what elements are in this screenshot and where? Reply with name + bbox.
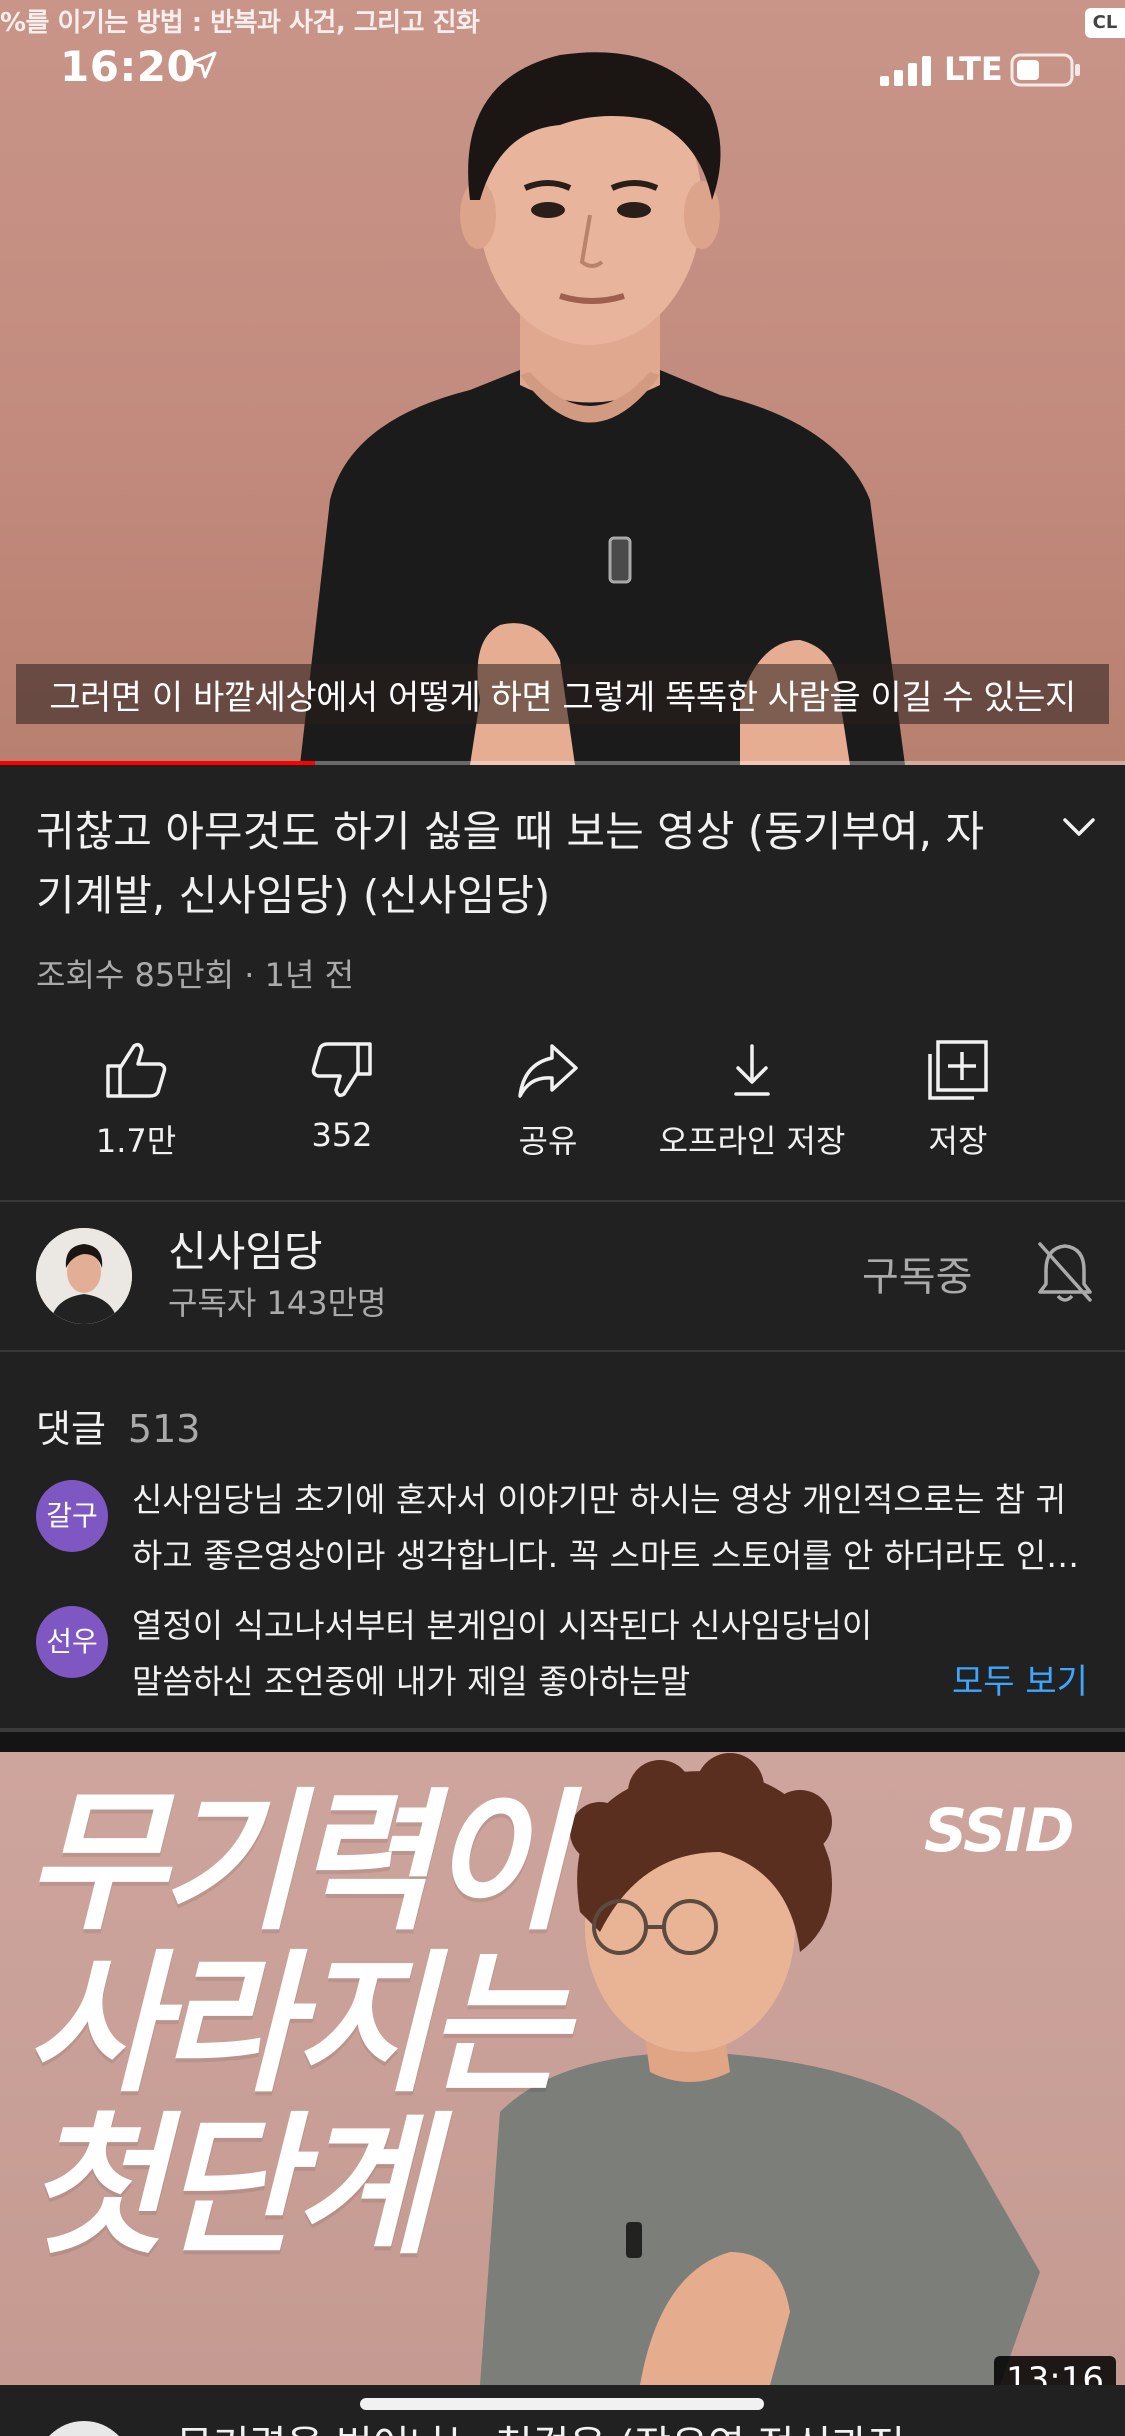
comment-line: 열정이 식고나서부터 본게임이 시작된다 신사임당님이 bbox=[132, 1606, 873, 1645]
comment-line: 하고 좋은영상이라 생각합니다. 꼭 스마트 스토어를 안 하더라도 인… bbox=[132, 1536, 1080, 1575]
save-label: 저장 bbox=[928, 1122, 988, 1160]
next-video-channel-avatar[interactable] bbox=[36, 2421, 132, 2436]
progress-bar[interactable] bbox=[0, 761, 1125, 765]
add-to-playlist-icon bbox=[928, 1040, 988, 1100]
signal-bars-icon bbox=[880, 56, 931, 86]
thumbs-down-icon bbox=[311, 1042, 372, 1098]
comments-title: 댓글 bbox=[36, 1407, 106, 1451]
divider bbox=[0, 1200, 1125, 1202]
comment-avatar[interactable]: 선우 bbox=[36, 1606, 108, 1678]
subtitle-text: 그러면 이 바깥세상에서 어떻게 하면 그렇게 똑똑한 사람을 이길 수 있는지 bbox=[49, 677, 1076, 718]
share-icon bbox=[518, 1044, 578, 1098]
network-type: LTE bbox=[944, 50, 1003, 88]
notification-bell-off-icon[interactable] bbox=[1036, 1240, 1094, 1304]
offline-save-button[interactable]: 오프라인 저장 bbox=[632, 1040, 872, 1162]
comment-line: 말씀하신 조언중에 내가 제일 좋아하는말 bbox=[132, 1662, 691, 1701]
progress-fill bbox=[0, 761, 315, 765]
video-frame-person bbox=[300, 52, 905, 765]
channel-logo: SSID bbox=[924, 1796, 1074, 1866]
next-video-title[interactable]: 무기력을 벗어나는 첫걸음 (장유연 정신과전 bbox=[176, 2413, 905, 2436]
dislike-button[interactable]: 352 bbox=[222, 1040, 462, 1154]
status-time: 16:20 bbox=[60, 42, 197, 91]
channel-name[interactable]: 신사임당 bbox=[168, 1218, 323, 1279]
subscribed-button[interactable]: 구독중 bbox=[862, 1244, 972, 1302]
comment-line: 신사임당님 초기에 혼자서 이야기만 하시는 영상 개인적으로는 참 귀 bbox=[132, 1480, 1066, 1519]
channel-avatar-image bbox=[36, 1228, 132, 1324]
chevron-down-icon[interactable] bbox=[1062, 816, 1096, 838]
video-meta: 조회수 85만회 · 1년 전 bbox=[36, 956, 355, 994]
video-title: 귀찮고 아무것도 하기 싫을 때 보는 영상 (동기부여, 자기계발, 신사임당… bbox=[36, 807, 984, 920]
channel-avatar[interactable] bbox=[36, 1228, 132, 1324]
thumbs-up-icon bbox=[106, 1042, 167, 1098]
subtitle-bar: 그러면 이 바깥세상에서 어떻게 하면 그렇게 똑똑한 사람을 이길 수 있는지 bbox=[16, 664, 1109, 724]
location-arrow-icon bbox=[189, 51, 217, 79]
download-icon bbox=[734, 1044, 770, 1096]
offline-save-label: 오프라인 저장 bbox=[658, 1122, 846, 1160]
battery-icon bbox=[1010, 53, 1080, 87]
like-button[interactable]: 1.7만 bbox=[16, 1040, 256, 1162]
player-top-caption: %를 이기는 방법 : 반복과 사건, 그리고 진화 bbox=[0, 8, 480, 38]
show-all-comments-link[interactable]: 모두 보기 bbox=[952, 1654, 1088, 1703]
comment-item[interactable]: 열정이 식고나서부터 본게임이 시작된다 신사임당님이 말씀하신 조언중에 내가… bbox=[132, 1598, 932, 1710]
comments-count: 513 bbox=[127, 1407, 201, 1451]
divider bbox=[0, 1350, 1125, 1352]
next-video-thumbnail[interactable]: 무기력이 사라지는 첫단계 SSID bbox=[0, 1752, 1125, 2385]
like-count: 1.7만 bbox=[95, 1122, 177, 1160]
video-player[interactable]: %를 이기는 방법 : 반복과 사건, 그리고 진화 CL 16:20 LTE … bbox=[0, 0, 1125, 765]
channel-subscribers: 구독자 143만명 bbox=[168, 1284, 387, 1322]
corner-badge: CL bbox=[1085, 8, 1125, 38]
thumbnail-headline: 무기력이 사라지는 첫단계 bbox=[26, 1774, 567, 2275]
comment-item[interactable]: 신사임당님 초기에 혼자서 이야기만 하시는 영상 개인적으로는 참 귀 하고 … bbox=[132, 1472, 1092, 1584]
comment-avatar[interactable]: 갈구 bbox=[36, 1480, 108, 1552]
comments-header[interactable]: 댓글 513 bbox=[36, 1398, 200, 1453]
home-indicator[interactable] bbox=[360, 2398, 764, 2410]
action-row: 1.7만 352 공유 오프라인 저장 저장 bbox=[0, 1040, 1125, 1170]
next-video-info[interactable]: 무기력을 벗어나는 첫걸음 (장유연 정신과전 bbox=[0, 2385, 1125, 2436]
save-to-playlist-button[interactable]: 저장 bbox=[838, 1040, 1078, 1162]
dislike-count: 352 bbox=[311, 1116, 373, 1154]
section-separator bbox=[0, 1728, 1125, 1754]
